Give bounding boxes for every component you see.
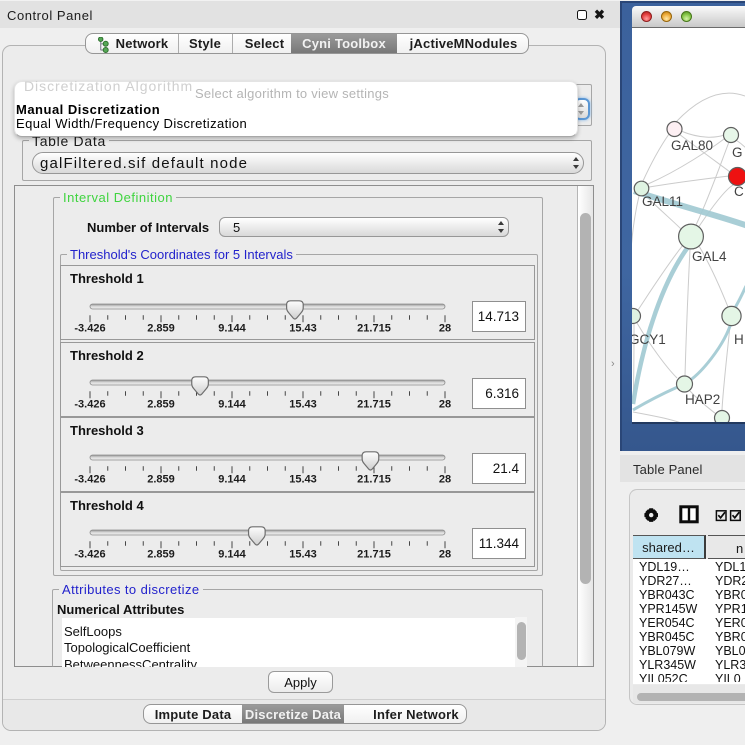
svg-text:GAL11: GAL11 — [642, 194, 683, 209]
svg-text:G: G — [732, 145, 743, 160]
svg-text:GAL4: GAL4 — [692, 249, 727, 264]
svg-text:H: H — [734, 332, 744, 347]
svg-text:C: C — [734, 184, 744, 199]
svg-text:GAL80: GAL80 — [671, 138, 713, 153]
svg-text:HAP2: HAP2 — [685, 392, 720, 407]
svg-text:GCY1: GCY1 — [632, 332, 666, 347]
